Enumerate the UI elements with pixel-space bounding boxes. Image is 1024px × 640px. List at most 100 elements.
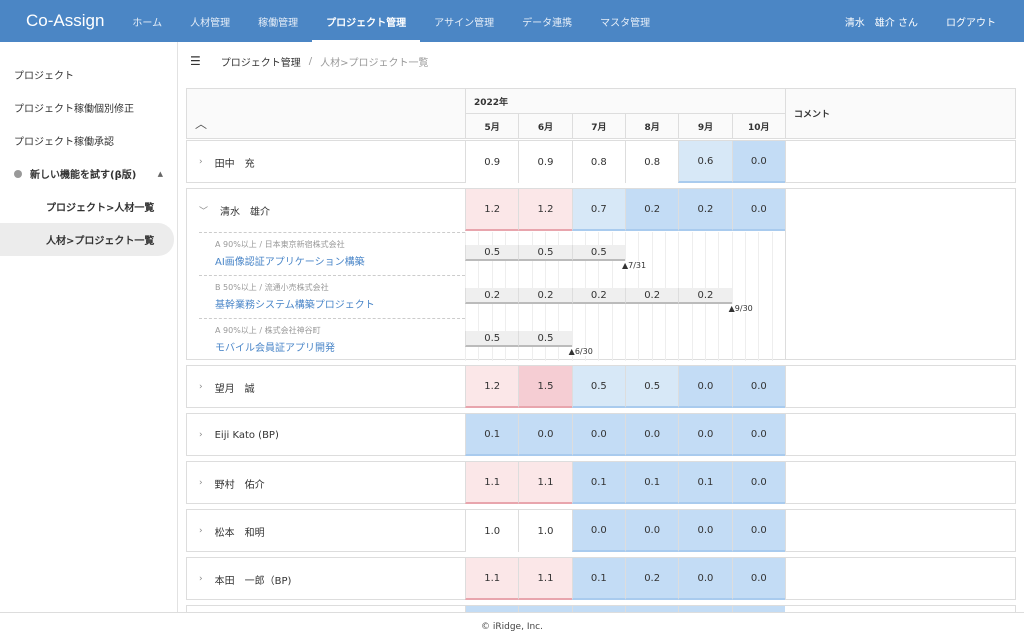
month-value[interactable]: 0.2	[624, 189, 679, 231]
month-value[interactable]: 0.1	[465, 414, 519, 456]
month-value[interactable]: 1.0	[465, 510, 519, 552]
project-month-value[interactable]: 0.5	[518, 245, 572, 261]
nav-item[interactable]: アサイン管理	[420, 0, 508, 42]
month-value[interactable]: 0.0	[518, 414, 572, 456]
month-value[interactable]: 0.5	[624, 366, 679, 408]
project-link[interactable]: モバイル会員証アプリ開発	[215, 339, 335, 354]
person-name[interactable]: › 本田 一郎（BP)	[199, 558, 291, 600]
month-value[interactable]: 0.2	[624, 558, 679, 600]
table-row[interactable]: › Eiji Kato (BP) 0.1 0.0 0.0 0.0 0.0 0.0	[186, 413, 1016, 456]
comment-cell[interactable]	[784, 366, 1015, 407]
chevron-right-icon[interactable]: ›	[199, 382, 203, 392]
collapse-all-icon[interactable]: ︿	[195, 115, 207, 132]
month-value[interactable]: 0.0	[731, 189, 785, 231]
project-month-value[interactable]: 0.2	[571, 288, 625, 304]
comment-cell[interactable]	[784, 414, 1015, 455]
month-value[interactable]: 0.0	[571, 414, 625, 456]
month-value[interactable]: 1.2	[518, 189, 572, 231]
comment-cell[interactable]	[784, 558, 1015, 599]
month-value[interactable]: 0.0	[731, 141, 785, 183]
person-name[interactable]: › Eiji Kato (BP)	[199, 414, 279, 456]
chevron-right-icon[interactable]: ›	[199, 157, 203, 167]
nav-item[interactable]: 稼働管理	[244, 0, 312, 42]
person-name[interactable]: ﹀ 清水 雄介	[199, 189, 270, 231]
month-value[interactable]: 0.8	[624, 141, 679, 183]
month-value[interactable]: 0.0	[624, 414, 679, 456]
logout-link[interactable]: ログアウト	[946, 14, 996, 29]
month-value[interactable]: 1.1	[518, 462, 572, 504]
chevron-right-icon[interactable]: ›	[199, 574, 203, 584]
month-value[interactable]: 0.9	[518, 141, 572, 183]
comment-cell[interactable]	[784, 141, 1015, 182]
month-value[interactable]: 0.0	[624, 510, 679, 552]
user-name[interactable]: 清水 雄介 さん	[845, 14, 918, 29]
app-logo[interactable]: Co-Assign	[26, 11, 104, 31]
month-value[interactable]: 0.1	[571, 558, 625, 600]
month-value[interactable]: 0.2	[678, 189, 732, 231]
menu-toggle-icon[interactable]: ☰	[190, 54, 201, 68]
project-month-value[interactable]: 0.5	[518, 331, 572, 347]
sidebar-item-project-edit[interactable]: プロジェクト稼働個別修正	[0, 91, 177, 124]
month-value[interactable]: 0.7	[571, 189, 625, 231]
month-value[interactable]: 0.0	[678, 558, 732, 600]
sidebar-item-people-project[interactable]: 人材>プロジェクト一覧	[0, 223, 174, 256]
month-value[interactable]: 1.0	[518, 510, 572, 552]
month-value[interactable]: 0.6	[678, 141, 732, 183]
person-name[interactable]: › 野村 佑介	[199, 462, 265, 504]
person-name[interactable]: › 松本 和明	[199, 510, 265, 552]
sidebar-group-beta[interactable]: 新しい機能を試す(β版) ▲	[0, 157, 177, 190]
nav-item[interactable]: データ連携	[508, 0, 586, 42]
comment-cell[interactable]	[784, 510, 1015, 551]
table-row[interactable]: › 田中 充 0.9 0.9 0.8 0.8 0.6 0.0	[186, 140, 1016, 183]
table-row[interactable]: › 野村 佑介 1.1 1.1 0.1 0.1 0.1 0.0	[186, 461, 1016, 504]
chevron-right-icon[interactable]: ›	[199, 478, 203, 488]
chevron-down-icon[interactable]: ﹀	[199, 204, 208, 217]
month-value[interactable]: 0.1	[678, 462, 732, 504]
project-month-value[interactable]: 0.2	[624, 288, 679, 304]
month-value[interactable]: 1.1	[518, 558, 572, 600]
month-value[interactable]: 0.0	[571, 510, 625, 552]
project-month-value[interactable]: 0.2	[518, 288, 572, 304]
table-row[interactable]: › 松本 和明 1.0 1.0 0.0 0.0 0.0 0.0	[186, 509, 1016, 552]
person-name[interactable]: › 望月 誠	[199, 366, 255, 408]
project-month-value[interactable]: 0.2	[678, 288, 732, 304]
breadcrumb-current[interactable]: プロジェクト管理	[221, 54, 301, 69]
month-value[interactable]: 1.1	[465, 462, 519, 504]
month-value[interactable]: 0.8	[571, 141, 625, 183]
month-value[interactable]: 0.5	[571, 366, 625, 408]
sidebar-item-project-people[interactable]: プロジェクト>人材一覧	[0, 190, 177, 223]
month-value[interactable]: 1.2	[465, 189, 519, 231]
month-value[interactable]: 0.0	[678, 366, 732, 408]
table-row[interactable]: ﹀ 清水 雄介 1.2 1.2 0.7 0.2 0.2 0.0 A 90%以上 / 日本東京新宿…	[186, 188, 1016, 361]
project-link[interactable]: 基幹業務システム構築プロジェクト	[215, 296, 375, 311]
month-value[interactable]: 1.1	[465, 558, 519, 600]
project-month-value[interactable]: 0.5	[571, 245, 625, 261]
month-value[interactable]: 0.0	[731, 558, 785, 600]
month-value[interactable]: 0.0	[731, 510, 785, 552]
project-month-value[interactable]: 0.2	[465, 288, 519, 304]
nav-item[interactable]: ホーム	[118, 0, 176, 42]
comment-cell[interactable]	[784, 462, 1015, 503]
month-value[interactable]: 0.0	[678, 414, 732, 456]
month-value[interactable]: 1.2	[465, 366, 519, 408]
month-value[interactable]: 0.0	[731, 366, 785, 408]
sidebar-item-project-approval[interactable]: プロジェクト稼働承認	[0, 124, 177, 157]
month-value[interactable]: 0.1	[624, 462, 679, 504]
month-value[interactable]: 1.5	[518, 366, 572, 408]
nav-item[interactable]: 人材管理	[176, 0, 244, 42]
chevron-right-icon[interactable]: ›	[199, 526, 203, 536]
month-value[interactable]: 0.0	[731, 462, 785, 504]
project-month-value[interactable]: 0.5	[465, 245, 519, 261]
sidebar-item-project[interactable]: プロジェクト	[0, 58, 177, 91]
chevron-right-icon[interactable]: ›	[199, 430, 203, 440]
month-value[interactable]: 0.0	[731, 414, 785, 456]
project-link[interactable]: AI画像認証アプリケーション構築	[215, 253, 365, 268]
project-month-value[interactable]: 0.5	[465, 331, 519, 347]
person-name[interactable]: › 田中 充	[199, 141, 255, 183]
month-value[interactable]: 0.0	[678, 510, 732, 552]
nav-item[interactable]: マスタ管理	[586, 0, 664, 42]
month-value[interactable]: 0.9	[465, 141, 519, 183]
comment-cell[interactable]	[784, 189, 1015, 359]
month-value[interactable]: 0.1	[571, 462, 625, 504]
table-row[interactable]: › 本田 一郎（BP) 1.1 1.1 0.1 0.2 0.0 0.0	[186, 557, 1016, 600]
